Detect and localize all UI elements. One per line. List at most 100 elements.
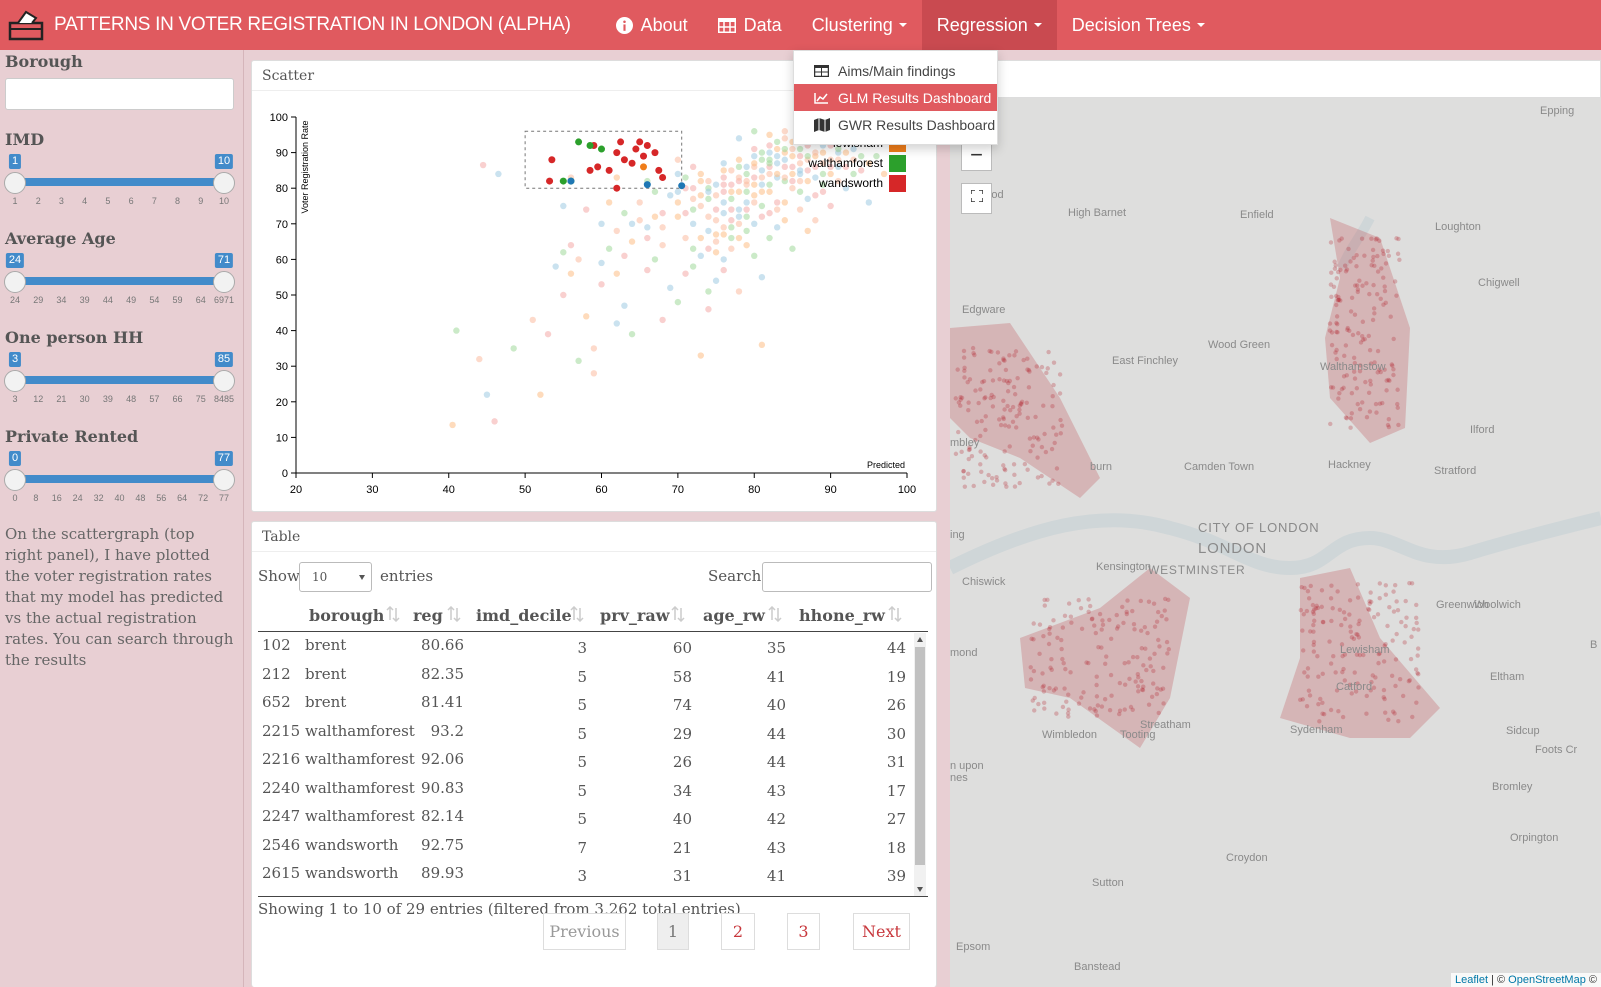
pager-page-1[interactable]: 1 [657,913,689,950]
slider-from-handle[interactable] [4,370,26,392]
map-point [1068,614,1074,619]
nav-data[interactable]: Data [703,0,797,50]
map-point [1409,634,1414,639]
menu-item-aims[interactable]: Aims/Main findings [794,57,997,84]
sort-icon[interactable] [888,606,902,622]
sort-icon[interactable] [671,606,685,622]
map-point [1059,646,1064,652]
imd-slider[interactable]: 1 10 1 2 3 4 5 6 7 8 9 10 [4,154,235,209]
map-point [1104,654,1109,659]
pager-next[interactable]: Next [853,913,910,950]
map-point [1336,269,1341,275]
col-reg-header[interactable]: reg [413,606,443,625]
slider-track[interactable] [15,475,224,483]
table-row[interactable]: 2615 wandsworth 89.93 3 31 41 39 [258,861,918,890]
table-row[interactable]: 212 brent 82.35 5 58 41 19 [258,662,918,691]
slider-tick-label: 8 [33,493,39,503]
sort-icon[interactable] [386,606,400,622]
menu-item-glm[interactable]: GLM Results Dashboard [794,84,997,111]
leaflet-link[interactable]: Leaflet [1455,974,1488,986]
table-row[interactable]: 2240 walthamforest 90.83 5 34 43 17 [258,776,918,805]
slider-to-handle[interactable] [213,172,235,194]
map-canvas[interactable]: EppingamwoodHigh BarnetEnfieldLoughtonCh… [950,98,1601,987]
map-point [1351,636,1357,641]
slider-to-handle[interactable] [213,370,235,392]
table-row[interactable]: 2216 walthamforest 92.06 5 26 44 31 [258,747,918,776]
map-place-label: Chigwell [1478,277,1520,289]
table-cell: 26 [886,696,906,714]
map-point [1362,253,1367,258]
scroll-up-icon[interactable] [917,637,923,642]
scatter-point-faded [651,256,659,263]
table-scrollbar[interactable] [914,633,926,896]
table-cell: 5 [577,753,587,771]
map-point [1064,699,1069,704]
leaflet-map[interactable]: EppingamwoodHigh BarnetEnfieldLoughtonCh… [950,98,1601,987]
fullscreen-button[interactable] [961,183,992,214]
average-age-slider[interactable]: 24 71 24 29 34 39 44 49 54 59 64 6971 [4,253,235,308]
map-point [1312,618,1317,623]
map-place-label: Edgware [962,304,1005,316]
col-borough-header[interactable]: borough [309,606,384,625]
table-row[interactable]: 2546 wandsworth 92.75 7 21 43 18 [258,833,918,862]
scatter-point-faded [651,213,659,220]
slider-from-handle[interactable] [4,469,26,491]
map-point [1408,656,1414,662]
slider-from-handle[interactable] [4,172,26,194]
map-point [1042,603,1047,608]
nav-about[interactable]: About [601,0,703,50]
map-point [1063,666,1068,672]
average-age-label: Average Age [5,229,116,248]
sort-icon[interactable] [447,606,461,622]
map-point [1387,604,1392,610]
slider-tick-label: 48 [126,394,137,404]
sort-icon[interactable] [768,606,782,622]
scroll-down-icon[interactable] [917,887,923,892]
slider-to-handle[interactable] [213,271,235,293]
slider-from-handle[interactable] [4,271,26,293]
scatter-point-faded [705,213,712,220]
sort-icon[interactable] [570,606,584,622]
one-person-hh-slider[interactable]: 3 85 3 12 21 30 39 48 57 66 75 8485 [4,352,235,407]
slider-to-badge: 85 [214,352,234,367]
table-search-input[interactable] [762,562,932,592]
pager-page-3[interactable]: 3 [787,913,820,950]
map-point [1147,656,1153,661]
scatter-chart[interactable]: 20 30 40 50 60 70 80 90 100 0 10 20 30 40 50 60 70 80 90 10… [252,91,936,511]
scatter-point-faded [712,217,720,224]
table-row[interactable]: 652 brent 81.41 5 74 40 26 [258,690,918,719]
pager-previous[interactable]: Previous [543,913,626,950]
slider-to-handle[interactable] [213,469,235,491]
entries-select[interactable]: 10 [299,562,372,592]
slider-track[interactable] [15,376,224,384]
private-rented-slider[interactable]: 0 77 0 8 16 24 32 40 48 56 64 72 77 [4,451,235,506]
openstreetmap-link[interactable]: OpenStreetMap [1508,974,1586,986]
col-prv-raw-header[interactable]: prv_raw [600,606,669,625]
nav-clustering[interactable]: Clustering [797,0,922,50]
nav-regression[interactable]: Regression [921,0,1057,50]
slider-track[interactable] [15,178,224,186]
scatter-point-faded [728,224,735,231]
col-age-rw-header[interactable]: age_rw [703,606,765,625]
slider-tick-label: 3 [12,394,18,404]
slider-track[interactable] [15,277,224,285]
brand[interactable]: PATTERNS IN VOTER REGISTRATION IN LONDON… [0,0,571,50]
col-imd-decile-header[interactable]: imd_decile [476,606,572,625]
scrollbar-thumb[interactable] [915,647,925,865]
map-point [1385,623,1390,629]
map-point [1041,403,1046,408]
pager-page-2[interactable]: 2 [721,913,755,950]
menu-item-aims-label: Aims/Main findings [838,62,956,79]
table-row[interactable]: 2215 walthamforest 93.2 5 29 44 30 [258,719,918,748]
menu-item-gwr[interactable]: GWR Results Dashboard [794,111,997,138]
nav-decision-trees[interactable]: Decision Trees [1057,0,1220,50]
table-row[interactable]: 2247 walthamforest 82.14 5 40 42 27 [258,804,918,833]
col-hhone-rw-header[interactable]: hhone_rw [799,606,885,625]
borough-input[interactable] [5,78,234,110]
map-point [1344,267,1350,272]
table-row[interactable]: 102 brent 80.66 3 60 35 44 [258,633,918,662]
scatter-point-faded [773,206,781,213]
row-index-cell: 2615 [262,864,301,882]
menu-item-glm-label: GLM Results Dashboard [838,89,992,106]
map-point [1045,366,1050,371]
